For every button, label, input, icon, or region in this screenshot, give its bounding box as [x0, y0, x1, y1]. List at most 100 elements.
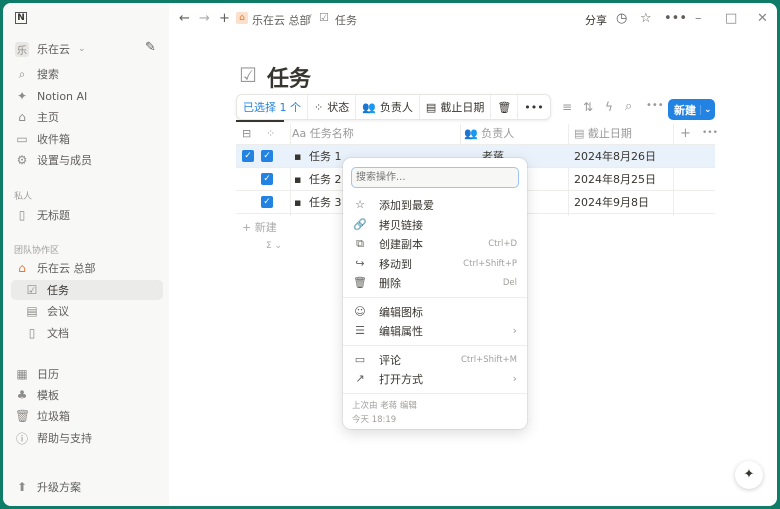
calculate-icon[interactable]: Σ ⌄: [266, 241, 282, 251]
page-icon: ▪: [294, 172, 302, 186]
star-icon[interactable]: ☆: [640, 11, 652, 26]
delete-button[interactable]: 🗑: [491, 95, 519, 119]
task-name[interactable]: 任务 1: [309, 148, 342, 164]
table-header: ⊟ ⁘ Aa 任务名称 👥 负责人 ▤ 截止日期 + •••: [236, 122, 718, 145]
row-select-checkbox[interactable]: ✓: [242, 150, 254, 162]
star-icon: ☆: [355, 198, 365, 211]
more-icon[interactable]: •••: [702, 128, 718, 138]
minimize-icon[interactable]: –: [695, 11, 702, 26]
page-icon-checkbox[interactable]: ☑: [239, 63, 257, 87]
sidebar-item-help[interactable]: ⓘ 帮助与支持: [11, 428, 163, 448]
page-title[interactable]: 任务: [267, 61, 311, 93]
ai-assistant-button[interactable]: ✦: [735, 461, 763, 489]
close-icon[interactable]: ✕: [757, 11, 768, 26]
task-name[interactable]: 任务 3: [309, 194, 342, 210]
checkbox-icon: ☑: [26, 283, 38, 297]
menu-item-move-to[interactable]: ↪ 移动到 Ctrl+Shift+P: [343, 254, 527, 273]
divider: [343, 297, 527, 298]
label: 升级方案: [37, 481, 81, 494]
menu-item-edit-icon[interactable]: ☺ 编辑图标: [343, 302, 527, 321]
label: 评论: [379, 353, 401, 367]
shortcut: Ctrl+Shift+P: [463, 258, 517, 269]
arrow-up-right-icon: ↗: [355, 372, 365, 385]
label: 模板: [37, 389, 59, 402]
sidebar-item-templates[interactable]: ♣ 模板: [11, 385, 163, 405]
new-page-icon[interactable]: ✎: [145, 40, 156, 55]
due-date[interactable]: 2024年9月8日: [574, 194, 649, 210]
breadcrumb-teamspace[interactable]: 乐在云 总部: [252, 12, 311, 28]
trash-icon: 🗑: [353, 276, 367, 289]
search-icon: ⌕: [18, 66, 26, 81]
page-icon: ▪: [294, 195, 302, 209]
menu-item-copy-link[interactable]: 🔗 拷贝链接: [343, 215, 527, 234]
sidebar-item-calendar[interactable]: ▦ 日历: [11, 364, 163, 384]
maximize-icon[interactable]: □: [725, 11, 737, 26]
due-date[interactable]: 2024年8月25日: [574, 171, 656, 187]
menu-item-favorite[interactable]: ☆ 添加到最爱: [343, 195, 527, 214]
share-button[interactable]: 分享: [585, 12, 607, 28]
teamspace-icon: ⌂: [236, 12, 248, 24]
clock-icon[interactable]: ◷: [616, 11, 627, 26]
menu-item-comment[interactable]: ▭ 评论 Ctrl+Shift+M: [343, 350, 527, 369]
done-checkbox[interactable]: ✓: [261, 150, 273, 162]
menu-item-delete[interactable]: 🗑 删除 Del: [343, 273, 527, 292]
sidebar-item-inbox[interactable]: ▭ 收件箱: [11, 129, 163, 149]
sidebar-item-trash[interactable]: 🗑 垃圾箱: [11, 406, 163, 426]
sidebar-item-search[interactable]: ⌕ 搜索: [11, 64, 163, 84]
sidebar-item-settings[interactable]: ⚙ 设置与成员: [11, 150, 163, 170]
header-due[interactable]: ▤ 截止日期: [574, 125, 632, 141]
new-row-button[interactable]: + 新建: [242, 219, 277, 235]
breadcrumb-separator: /: [308, 12, 312, 25]
sidebar-item-tasks[interactable]: ☑ 任务: [11, 280, 163, 300]
document-icon: ▯: [28, 326, 36, 340]
search-actions-input[interactable]: [351, 167, 519, 188]
assignee-button[interactable]: 👥 负责人: [356, 95, 420, 119]
new-button[interactable]: 新建 ⌄: [668, 99, 715, 120]
header-assignee[interactable]: 👥 负责人: [464, 125, 514, 141]
sidebar-item-notion-ai[interactable]: ✦ Notion AI: [11, 86, 163, 106]
done-checkbox[interactable]: ✓: [261, 173, 273, 185]
sidebar-item-teamspace[interactable]: ⌂ 乐在云 总部: [11, 258, 163, 278]
workspace-switcher[interactable]: 乐乐在云 ⌄: [11, 39, 163, 59]
workspace-avatar: 乐: [15, 41, 29, 57]
automation-icon[interactable]: ϟ: [605, 100, 613, 114]
back-icon[interactable]: ←: [179, 11, 190, 26]
section-private: 私人: [14, 192, 33, 202]
menu-item-duplicate[interactable]: ⧉ 创建副本 Ctrl+D: [343, 234, 527, 253]
chevron-down-icon[interactable]: ⌄: [700, 104, 712, 115]
due-date[interactable]: 2024年8月26日: [574, 148, 656, 164]
sidebar-item-meetings[interactable]: ▤ 会议: [11, 301, 163, 321]
add-column-icon[interactable]: +: [680, 126, 691, 141]
menu-item-open-in[interactable]: ↗ 打开方式 ›: [343, 369, 527, 388]
status-icon: ⁘: [266, 126, 276, 140]
more-icon[interactable]: •••: [646, 100, 664, 111]
plus-icon[interactable]: +: [219, 11, 230, 26]
menu-item-edit-properties[interactable]: ☰ 编辑属性 ›: [343, 321, 527, 340]
sidebar-item-untitled[interactable]: ▯ 无标题: [11, 205, 163, 225]
search-icon[interactable]: ⌕: [625, 99, 632, 114]
checkbox-icon: ☑: [319, 11, 329, 24]
label: 拷贝链接: [379, 218, 423, 232]
due-date-button[interactable]: ▤ 截止日期: [420, 95, 492, 119]
select-all-checkbox[interactable]: ⊟: [242, 127, 251, 140]
upgrade-button[interactable]: ⬆ 升级方案: [11, 477, 163, 497]
forward-icon[interactable]: →: [199, 11, 210, 26]
last-edited-by: 上次由 老蒋 编辑: [352, 401, 417, 411]
notion-logo-icon: N: [15, 12, 27, 24]
label: 搜索: [37, 68, 59, 81]
header-name[interactable]: Aa 任务名称: [292, 125, 354, 141]
done-checkbox[interactable]: ✓: [261, 196, 273, 208]
trash-icon: 🗑: [497, 100, 512, 114]
status-button[interactable]: ⁘ 状态: [308, 95, 357, 119]
task-name[interactable]: 任务 2: [309, 171, 342, 187]
selected-count[interactable]: 已选择 1 个: [237, 95, 308, 119]
breadcrumb-page[interactable]: 任务: [335, 12, 357, 28]
sidebar-item-home[interactable]: ⌂ 主页: [11, 107, 163, 127]
sidebar-item-docs[interactable]: ▯ 文档: [11, 323, 163, 343]
filter-icon[interactable]: ≡: [562, 100, 572, 114]
label: 创建副本: [379, 237, 423, 251]
sparkle-icon: ✦: [743, 467, 755, 482]
more-button[interactable]: •••: [518, 95, 549, 119]
more-icon[interactable]: •••: [664, 11, 687, 26]
sort-icon[interactable]: ⇅: [583, 100, 593, 114]
